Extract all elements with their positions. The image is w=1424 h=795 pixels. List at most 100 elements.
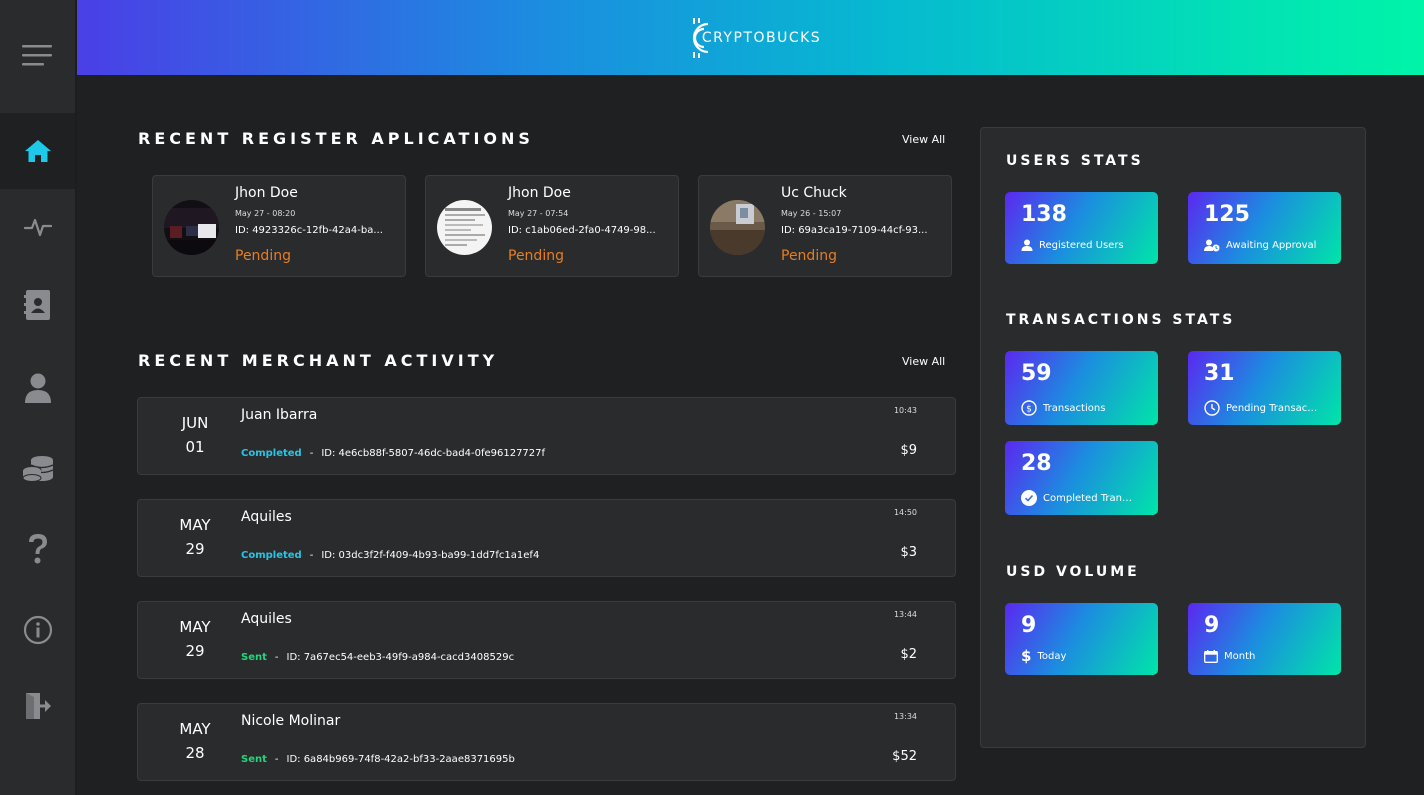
stat-card-completed-transactions[interactable]: 28 Completed Transactions [1005,441,1158,515]
user-icon [1021,239,1033,251]
svg-text:$: $ [1026,405,1032,415]
applications-title: RECENT REGISTER APLICATIONS [138,129,534,148]
sidebar-item-activity[interactable] [0,189,75,265]
activity-amount: $9 [900,443,917,458]
activity-amount: $2 [900,647,917,662]
merchant-activity-row[interactable]: MAY 28 Nicole Molinar 13:34 Sent - ID: 6… [137,703,956,781]
application-id: ID: 4923326c-12fb-42a4-ba... [235,225,383,236]
activity-status-line: Completed - ID: 03dc3f2f-f409-4b93-ba99-… [241,550,539,561]
application-id: ID: c1ab06ed-2fa0-4749-98... [508,225,656,236]
applicant-name: Jhon Doe [235,185,298,201]
activity-status: Completed [241,448,302,459]
activity-month: MAY [179,516,211,534]
applicant-photo [710,200,765,255]
user-icon [24,373,51,403]
sidebar-item-info[interactable] [0,592,75,668]
sidebar-item-help[interactable] [0,511,75,587]
coins-stack-icon [22,456,53,482]
stat-label: Registered Users [1039,239,1124,251]
application-status: Pending [781,248,837,264]
transaction-id: ID: 6a84b969-74f8-42a2-bf33-2aae8371695b [286,754,515,765]
calendar-icon [1204,650,1218,663]
stat-card-awaiting-approval[interactable]: 125 Awaiting Approval [1188,192,1341,264]
contacts-book-icon [23,290,50,320]
sidebar-item-home[interactable] [0,113,75,189]
stat-card-registered-users[interactable]: 138 Registered Users [1005,192,1158,264]
activity-month: JUN [181,414,209,432]
application-date: May 27 - 07:54 [508,209,569,218]
check-circle-icon [1021,490,1037,506]
application-card[interactable]: Uc Chuck May 26 - 15:07 ID: 69a3ca19-710… [698,175,952,277]
clock-icon [1204,400,1220,416]
sidebar-item-logout[interactable] [0,668,75,744]
activity-status-line: Completed - ID: 4e6cb88f-5807-46dc-bad4-… [241,448,545,459]
activity-status: Completed [241,550,302,561]
activity-day: 01 [185,438,205,456]
brand-logo[interactable]: CRYPTOBUCKS [680,12,821,64]
stats-panel: USERS STATS 138 Registered Users 125 Awa… [980,127,1366,748]
separator: - [274,652,279,663]
stat-value: 125 [1204,202,1250,227]
application-card[interactable]: Jhon Doe May 27 - 08:20 ID: 4923326c-12f… [152,175,406,277]
stat-label: Today [1037,650,1067,662]
applicant-name: Uc Chuck [781,185,847,201]
merchant-name: Juan Ibarra [241,407,318,423]
stat-card-pending-transactions[interactable]: 31 Pending Transactions [1188,351,1341,425]
stat-label: Transactions [1043,402,1106,414]
activity-day: 29 [185,642,205,660]
applications-view-all-link[interactable]: View All [902,133,945,146]
top-header: CRYPTOBUCKS [77,0,1424,75]
sidebar-divider [75,0,77,795]
activity-day: 28 [185,744,205,762]
activity-status: Sent [241,652,267,663]
merchant-view-all-link[interactable]: View All [902,355,945,368]
stat-card-transactions[interactable]: 59 $ Transactions [1005,351,1158,425]
merchant-name: Aquiles [241,611,292,627]
home-icon [24,140,51,162]
dollar-circle-icon: $ [1021,400,1037,416]
stat-value: 138 [1021,202,1067,227]
separator: - [274,754,279,765]
question-icon [28,534,47,564]
application-date: May 27 - 08:20 [235,209,296,218]
activity-amount: $52 [892,749,917,764]
dollar-icon: $ [1021,647,1032,665]
application-card[interactable]: Jhon Doe May 27 - 07:54 ID: c1ab06ed-2fa… [425,175,679,277]
activity-status-line: Sent - ID: 6a84b969-74f8-42a2-bf33-2aae8… [241,754,515,765]
stat-value: 28 [1021,451,1052,476]
stat-card-volume-today[interactable]: 9 $ Today [1005,603,1158,675]
merchant-activity-row[interactable]: JUN 01 Juan Ibarra 10:43 Completed - ID:… [137,397,956,475]
sidebar-item-contacts[interactable] [0,267,75,343]
merchant-activity-row[interactable]: MAY 29 Aquiles 14:50 Completed - ID: 03d… [137,499,956,577]
merchant-name: Nicole Molinar [241,713,341,729]
application-date: May 26 - 15:07 [781,209,842,218]
activity-time: 13:34 [893,712,917,721]
activity-month: MAY [179,720,211,738]
merchant-activity-row[interactable]: MAY 29 Aquiles 13:44 Sent - ID: 7a67ec54… [137,601,956,679]
applicant-photo [437,200,492,255]
menu-toggle-button[interactable] [0,0,75,112]
activity-time: 10:43 [893,406,917,415]
separator: - [309,448,314,459]
users-stats-title: USERS STATS [1006,153,1144,169]
stat-card-volume-month[interactable]: 9 Month [1188,603,1341,675]
merchant-activity-title: RECENT MERCHANT ACTIVITY [138,351,499,370]
transaction-id: ID: 03dc3f2f-f409-4b93-ba99-1dd7fc1a1ef4 [321,550,540,561]
stat-label: Completed Transactions [1043,492,1135,504]
stat-value: 9 [1021,613,1037,638]
activity-day: 29 [185,540,205,558]
activity-status-line: Sent - ID: 7a67ec54-eeb3-49f9-a984-cacd3… [241,652,514,663]
user-clock-icon [1204,239,1220,252]
activity-time: 13:44 [893,610,917,619]
activity-amount: $3 [900,545,917,560]
sidebar-item-users[interactable] [0,350,75,426]
application-status: Pending [235,248,291,264]
stat-label: Month [1224,651,1256,662]
sidebar-item-coins[interactable] [0,431,75,507]
application-status: Pending [508,248,564,264]
applicant-photo [164,200,219,255]
merchant-name: Aquiles [241,509,292,525]
transaction-id: ID: 4e6cb88f-5807-46dc-bad4-0fe96127727f [321,448,546,459]
application-id: ID: 69a3ca19-7109-44cf-93... [781,225,928,236]
activity-status: Sent [241,754,267,765]
